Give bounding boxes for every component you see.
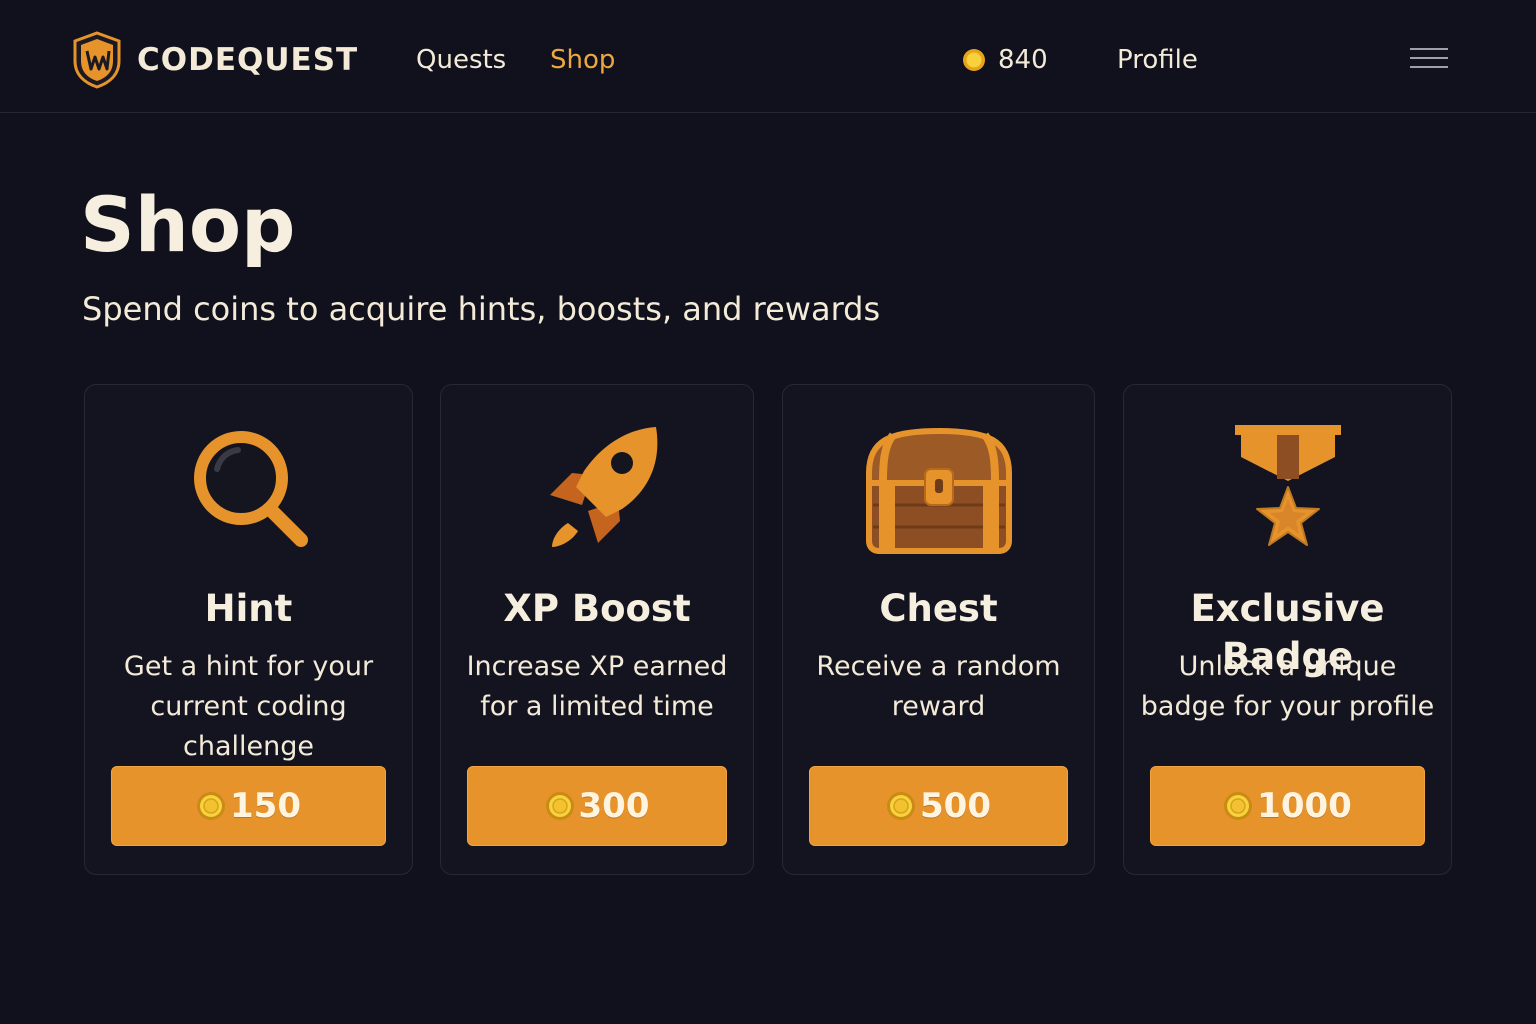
- shop-card-xp-boost: XP Boost Increase XP earned for a limite…: [440, 384, 754, 875]
- item-description: Get a hint for your current coding chall…: [95, 647, 402, 767]
- item-description-line: Unlock a unique: [1178, 651, 1397, 682]
- item-description-line: reward: [891, 691, 986, 722]
- item-description-line: current coding challenge: [150, 691, 347, 762]
- item-description-line: Receive a random: [816, 651, 1061, 682]
- magnifying-glass-icon: [193, 431, 308, 547]
- coin-balance-value: 840: [998, 45, 1048, 75]
- item-price: 500: [920, 786, 991, 826]
- item-description-line: Increase XP earned: [466, 651, 728, 682]
- item-title: XP Boost: [503, 587, 691, 630]
- item-description-line: for a limited time: [480, 691, 714, 722]
- nav-quests[interactable]: Quests: [416, 40, 506, 80]
- item-title: Hint: [204, 587, 293, 630]
- coin-icon: [887, 792, 915, 820]
- buy-hint-button[interactable]: 150: [111, 766, 386, 846]
- medal-badge-icon: [1234, 425, 1341, 546]
- treasure-chest-icon: [865, 428, 1012, 554]
- item-description: Receive a random reward: [793, 647, 1084, 727]
- item-description-line: badge for your profile: [1140, 691, 1435, 722]
- item-title: Chest: [879, 587, 998, 630]
- item-description: Increase XP earned for a limited time: [451, 647, 743, 727]
- buy-chest-button[interactable]: 500: [809, 766, 1068, 846]
- item-price: 150: [230, 786, 301, 826]
- top-navbar: CODEQUEST Quests Shop 840 Profile: [0, 0, 1536, 113]
- hamburger-menu-icon[interactable]: [1410, 48, 1448, 72]
- shop-card-hint: Hint Get a hint for your current coding …: [84, 384, 413, 875]
- page-title: Shop: [80, 180, 296, 269]
- coin-icon: [545, 792, 574, 820]
- coin-balance[interactable]: 840: [962, 40, 1048, 80]
- item-description-line: Get a hint for your: [123, 651, 374, 682]
- page-subtitle: Spend coins to acquire hints, boosts, an…: [82, 290, 881, 328]
- buy-xp-boost-button[interactable]: 300: [467, 766, 727, 846]
- nav-shop[interactable]: Shop: [550, 40, 615, 80]
- item-description: Unlock a unique badge for your profile: [1134, 647, 1441, 727]
- shop-card-exclusive-badge: Exclusive Badge Unlock a unique badge fo…: [1123, 384, 1452, 875]
- rocket-icon: [550, 427, 658, 547]
- buy-exclusive-badge-button[interactable]: 1000: [1150, 766, 1425, 846]
- brand-name[interactable]: CODEQUEST: [137, 40, 358, 80]
- coin-icon: [197, 792, 225, 820]
- item-price: 1000: [1257, 786, 1352, 826]
- shop-card-chest: Chest Receive a random reward 500: [782, 384, 1095, 875]
- item-price: 300: [578, 786, 650, 826]
- coin-icon: [1224, 792, 1253, 820]
- shield-logo-icon[interactable]: [72, 31, 122, 89]
- nav-profile[interactable]: Profile: [1117, 40, 1198, 80]
- coin-icon: [963, 49, 985, 71]
